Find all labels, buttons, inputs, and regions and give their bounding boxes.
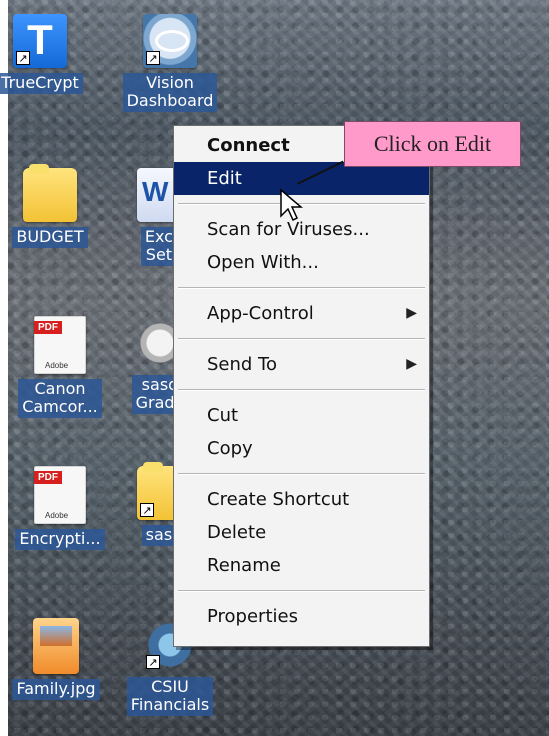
menu-item-properties[interactable]: Properties [174, 600, 429, 633]
desktop-icon-label: TrueCrypt [0, 73, 83, 94]
submenu-arrow-icon: ▶ [406, 356, 417, 372]
desktop-icon-label: Encrypti... [15, 529, 105, 550]
menu-item-rename[interactable]: Rename [174, 549, 429, 582]
image-file-icon [33, 618, 79, 674]
desktop-icon-budget[interactable]: BUDGET [0, 164, 102, 248]
submenu-arrow-icon: ▶ [406, 305, 417, 321]
instruction-callout: Click on Edit [344, 121, 521, 167]
menu-separator [178, 287, 425, 289]
folder-icon [23, 164, 77, 222]
desktop-icon-canon-camcor[interactable]: Canon Camcor... [8, 316, 112, 418]
menu-separator [178, 338, 425, 340]
desktop-icon-encrypti[interactable]: Encrypti... [8, 466, 112, 550]
desktop-icon-label: Vision Dashboard [122, 73, 218, 112]
menu-separator [178, 389, 425, 391]
vision-dashboard-icon: ↗ [143, 14, 197, 68]
desktop-icon-truecrypt[interactable]: ↗ TrueCrypt [0, 14, 92, 94]
pdf-icon [34, 316, 86, 374]
mouse-pointer-icon [280, 188, 303, 222]
shortcut-overlay-icon: ↗ [146, 655, 160, 669]
menu-item-label: Send To [207, 354, 278, 375]
menu-item-send-to[interactable]: Send To ▶ [174, 348, 429, 381]
menu-item-label: App-Control [207, 303, 314, 324]
shortcut-overlay-icon: ↗ [16, 51, 30, 65]
menu-item-create-shortcut[interactable]: Create Shortcut [174, 483, 429, 516]
truecrypt-icon: ↗ [13, 14, 67, 68]
pdf-icon [34, 466, 86, 524]
desktop-icon-label: Family.jpg [12, 679, 100, 700]
menu-item-open-with[interactable]: Open With... [174, 246, 429, 279]
menu-item-app-control[interactable]: App-Control ▶ [174, 297, 429, 330]
desktop-icon-family-jpg[interactable]: Family.jpg [4, 618, 108, 700]
menu-separator [178, 590, 425, 592]
menu-item-copy[interactable]: Copy [174, 432, 429, 465]
menu-item-cut[interactable]: Cut [174, 399, 429, 432]
menu-separator [178, 473, 425, 475]
desktop-icon-label: BUDGET [12, 227, 88, 248]
shortcut-overlay-icon: ↗ [146, 51, 160, 65]
desktop-icon-label: CSIU Financials [126, 677, 214, 716]
desktop-icon-vision-dashboard[interactable]: ↗ Vision Dashboard [118, 14, 222, 112]
desktop-icon-label: Canon Camcor... [18, 379, 102, 418]
menu-item-delete[interactable]: Delete [174, 516, 429, 549]
shortcut-overlay-icon: ↗ [140, 503, 154, 517]
